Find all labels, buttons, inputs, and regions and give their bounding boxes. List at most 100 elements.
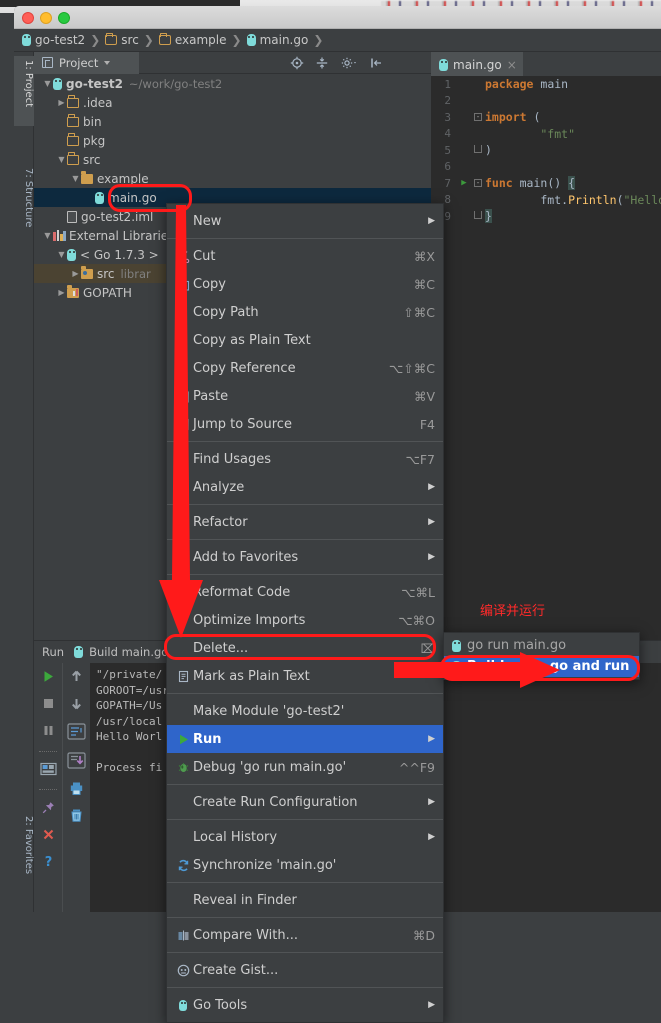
menu-item-label: Debug 'go run main.go' xyxy=(193,759,347,775)
submenu-item-build-main-go-and-run[interactable]: Build main.go and run xyxy=(444,656,639,677)
tree-expand-arrow[interactable]: ▶ xyxy=(56,98,67,107)
help-icon[interactable]: ? xyxy=(41,854,56,872)
tree-expand-arrow[interactable]: ▼ xyxy=(42,79,53,88)
close-window-button[interactable] xyxy=(22,12,34,24)
breadcrumb-item-0[interactable]: go-test2 ❯ xyxy=(22,33,105,47)
menu-separator xyxy=(167,917,443,918)
tree-row[interactable]: ▼ go-test2 ~/work/go-test2 xyxy=(34,74,431,93)
close-icon[interactable] xyxy=(41,827,56,845)
tree-expand-arrow[interactable]: ▼ xyxy=(42,231,53,240)
menu-item-local-history[interactable]: Local History ▶ xyxy=(167,823,443,851)
zoom-window-button[interactable] xyxy=(58,12,70,24)
menu-item-go-tools[interactable]: Go Tools ▶ xyxy=(167,991,443,1019)
breadcrumb-item-3[interactable]: main.go ❯ xyxy=(246,33,329,47)
menu-item-cut[interactable]: Cut ⌘X xyxy=(167,242,443,270)
tree-row[interactable]: ▼ src xyxy=(34,150,431,169)
project-panel-title: Project xyxy=(59,55,99,70)
menu-item-copy-reference[interactable]: Copy Reference ⌥⇧⌘C xyxy=(167,354,443,382)
line-number: 3 xyxy=(444,110,451,124)
menu-item-run[interactable]: Run ▶ xyxy=(167,725,443,753)
tree-row[interactable]: ▼ example xyxy=(34,169,431,188)
menu-item-refactor[interactable]: Refactor ▶ xyxy=(167,508,443,536)
menu-item-icon xyxy=(173,761,193,774)
pause-icon[interactable] xyxy=(41,723,56,741)
menu-item-icon xyxy=(173,390,193,403)
pin-icon[interactable] xyxy=(41,800,56,818)
menu-item-label: Copy Reference xyxy=(193,360,296,376)
hide-panel-icon[interactable] xyxy=(369,56,383,70)
gutter-marker: ▶ xyxy=(457,178,471,188)
scroll-to-end-icon[interactable] xyxy=(67,752,86,772)
fold-marker[interactable] xyxy=(471,144,485,156)
sidebar-item-structure[interactable]: 7: Structure xyxy=(14,164,34,246)
run-icon[interactable] xyxy=(41,669,56,687)
menu-item-synchronize-main-go[interactable]: Synchronize 'main.go' xyxy=(167,851,443,879)
settings-gear-icon[interactable] xyxy=(340,56,358,70)
menu-item-compare-with[interactable]: Compare With... ⌘D xyxy=(167,921,443,949)
scroll-up-icon[interactable] xyxy=(69,669,84,687)
chevron-down-icon[interactable] xyxy=(104,60,111,65)
menu-item-optimize-imports[interactable]: Optimize Imports ⌥⌘O xyxy=(167,606,443,634)
tree-row-sublabel: ~/work/go-test2 xyxy=(128,76,223,91)
breadcrumb-item-2[interactable]: example ❯ xyxy=(158,32,247,47)
collapse-all-icon[interactable] xyxy=(315,56,329,70)
breadcrumb-separator: ❯ xyxy=(231,33,242,47)
menu-item-find-usages[interactable]: Find Usages ⌥F7 xyxy=(167,445,443,473)
sidebar-item-favorites[interactable]: 2: Favorites xyxy=(14,812,34,898)
menu-item-debug-go-run-main-go[interactable]: Debug 'go run main.go' ^^F9 xyxy=(167,753,443,781)
menu-item-create-run-configuration[interactable]: Create Run Configuration ▶ xyxy=(167,788,443,816)
fold-marker[interactable]: - xyxy=(471,178,485,188)
menu-item-mark-as-plain-text[interactable]: Mark as Plain Text xyxy=(167,662,443,690)
project-panel-tab[interactable]: Project xyxy=(34,51,139,74)
menu-item-label: Create Run Configuration xyxy=(193,794,358,810)
locate-icon[interactable] xyxy=(290,56,304,70)
menu-item-copy-as-plain-text[interactable]: Copy as Plain Text xyxy=(167,326,443,354)
tree-row[interactable]: bin xyxy=(34,112,431,131)
menu-item-paste[interactable]: Paste ⌘V xyxy=(167,382,443,410)
submenu-item-go-run-main-go[interactable]: go run main.go xyxy=(444,635,639,656)
menu-item-make-module-go-test2[interactable]: Make Module 'go-test2' xyxy=(167,697,443,725)
minimize-window-button[interactable] xyxy=(40,12,52,24)
tree-expand-arrow[interactable]: ▶ xyxy=(56,288,67,297)
tree-expand-arrow[interactable]: ▶ xyxy=(70,269,81,278)
breadcrumb-item-1[interactable]: src ❯ xyxy=(105,32,159,47)
menu-item-analyze[interactable]: Analyze ▶ xyxy=(167,473,443,501)
menu-item-shortcut: ⌥⌘O xyxy=(398,612,435,628)
tree-row[interactable]: ▶ .idea xyxy=(34,93,431,112)
fold-marker[interactable] xyxy=(471,210,485,222)
stop-icon[interactable] xyxy=(41,696,56,714)
tree-expand-arrow[interactable]: ▼ xyxy=(56,155,67,164)
menu-item-label: Reformat Code xyxy=(193,584,291,600)
tree-expand-arrow[interactable]: ▼ xyxy=(56,250,67,259)
scroll-down-icon[interactable] xyxy=(69,696,84,714)
context-menu[interactable]: New ▶ Cut ⌘X Copy ⌘C Copy Path ⇧⌘C Copy as Plain… xyxy=(166,203,444,1023)
menu-item-reveal-in-finder[interactable]: Reveal in Finder xyxy=(167,886,443,914)
trash-icon[interactable] xyxy=(69,808,84,826)
go-file-icon xyxy=(22,34,31,46)
gutter-run-icon[interactable]: ▶ xyxy=(461,178,466,188)
restore-layout-icon[interactable] xyxy=(39,762,57,779)
fold-marker[interactable]: - xyxy=(471,112,485,122)
menu-item-add-to-favorites[interactable]: Add to Favorites ▶ xyxy=(167,543,443,571)
code-line: 9} xyxy=(431,208,661,225)
print-icon[interactable] xyxy=(69,781,84,799)
close-icon[interactable]: × xyxy=(507,58,517,72)
menu-separator xyxy=(167,441,443,442)
menu-item-new[interactable]: New ▶ xyxy=(167,207,443,235)
menu-item-create-gist[interactable]: Create Gist... xyxy=(167,956,443,984)
menu-item-reformat-code[interactable]: Reformat Code ⌥⌘L xyxy=(167,578,443,606)
menu-item-copy[interactable]: Copy ⌘C xyxy=(167,270,443,298)
editor-tab-main-go[interactable]: main.go × xyxy=(431,52,523,76)
menu-separator xyxy=(167,819,443,820)
tree-row-label: main.go xyxy=(108,190,157,205)
menu-item-copy-path[interactable]: Copy Path ⇧⌘C xyxy=(167,298,443,326)
code-editor[interactable]: 1 package main 2 3- import (4 "fmt" 5) 6 7 ▶ - fun… xyxy=(431,76,661,640)
menu-item-jump-to-source[interactable]: Jump to Source F4 xyxy=(167,410,443,438)
breadcrumb-separator: ❯ xyxy=(143,33,154,47)
soft-wrap-icon[interactable] xyxy=(67,723,86,743)
sidebar-item-project[interactable]: 1: Project xyxy=(14,56,34,126)
menu-item-delete[interactable]: Delete... ⌧ xyxy=(167,634,443,662)
run-submenu[interactable]: go run main.go Build main.go and run xyxy=(443,632,640,680)
tree-expand-arrow[interactable]: ▼ xyxy=(70,174,81,183)
tree-row[interactable]: pkg xyxy=(34,131,431,150)
